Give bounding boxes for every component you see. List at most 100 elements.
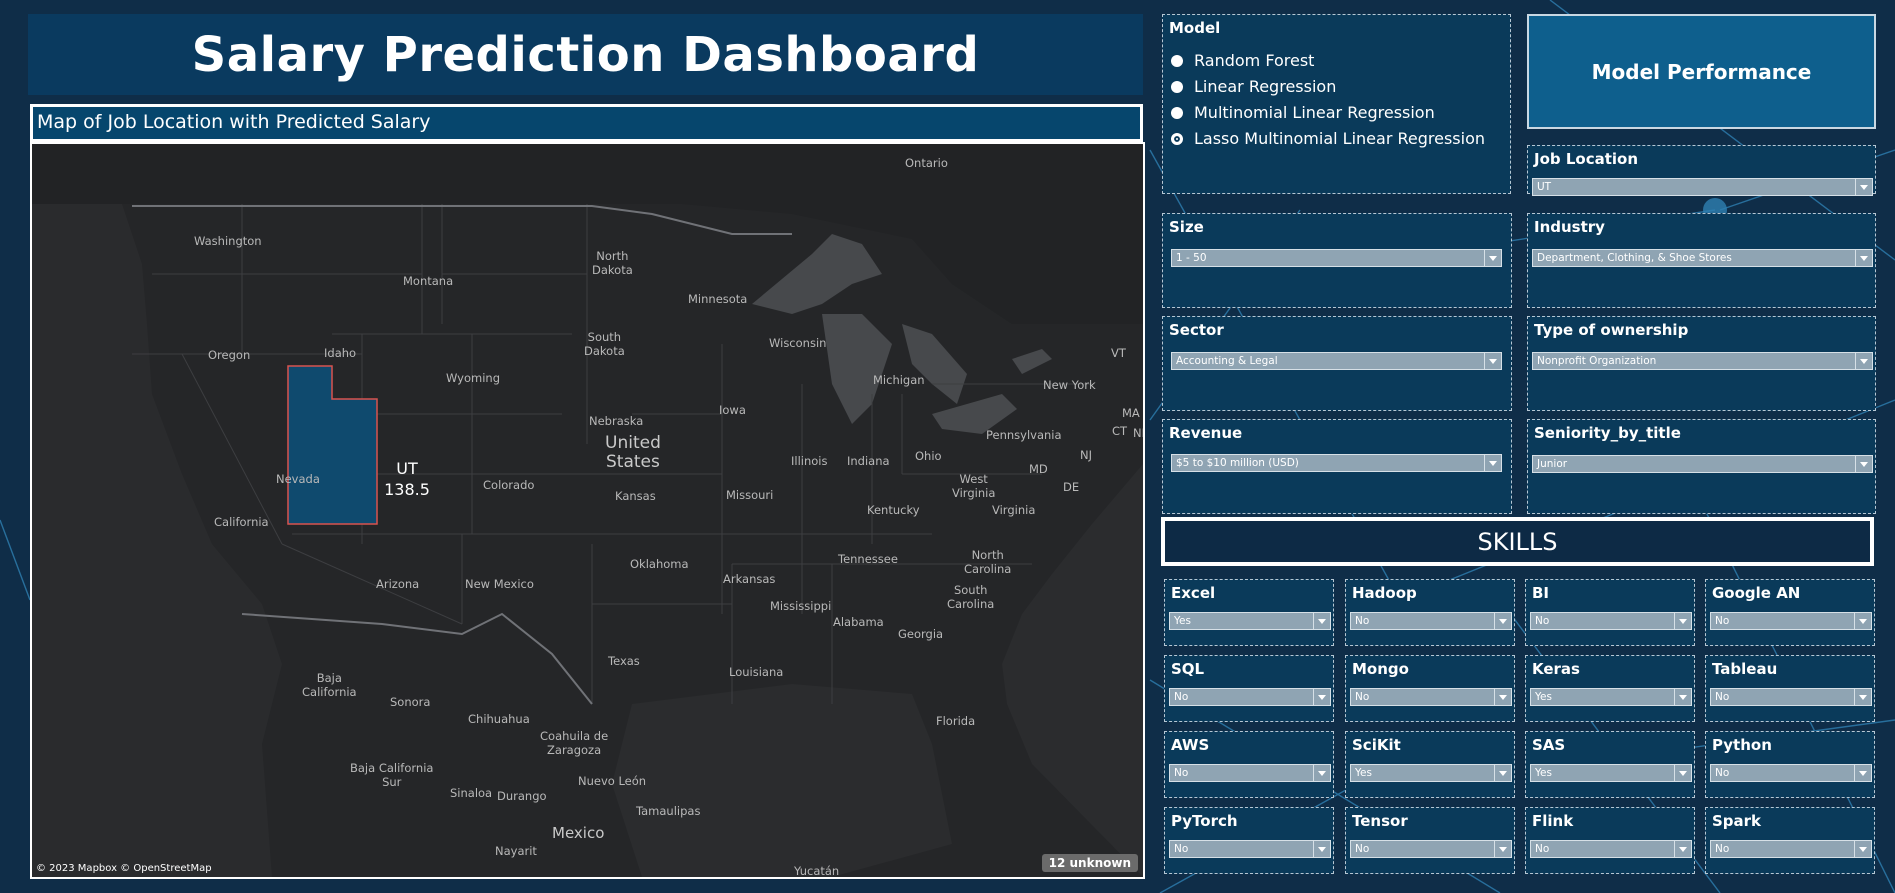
map-label-wisconsin: Wisconsin [769,336,827,350]
skill-dropdown[interactable]: No [1530,612,1692,630]
skill-dropdown[interactable]: Yes [1169,612,1331,630]
map-label-united-states: United States [605,433,661,472]
skill-label: Tensor [1352,812,1408,830]
chevron-down-icon[interactable] [1674,765,1691,781]
seniority-dropdown[interactable]: Junior [1532,455,1873,473]
chevron-down-icon[interactable] [1494,689,1511,705]
seniority-filter: Seniority_by_title Junior [1527,419,1876,514]
size-dropdown[interactable]: 1 - 50 [1171,249,1502,267]
map-label-nh: NH [1133,426,1143,440]
dropdown-value: No [1715,843,1730,855]
skill-label: Google AN [1712,584,1801,602]
chevron-down-icon[interactable] [1313,765,1330,781]
utah-predicted-salary: 138.5 [384,480,430,499]
dropdown-value: No [1715,767,1730,779]
map-label-colorado: Colorado [483,478,535,492]
skill-dropdown[interactable]: Yes [1530,764,1692,782]
skill-label: Flink [1532,812,1574,830]
map-label-mississippi: Mississippi [770,599,832,613]
chevron-down-icon[interactable] [1855,250,1872,266]
model-option-label: Lasso Multinomial Linear Regression [1194,129,1485,148]
chevron-down-icon[interactable] [1855,456,1872,472]
skill-label: SciKit [1352,736,1401,754]
chevron-down-icon[interactable] [1313,613,1330,629]
chevron-down-icon[interactable] [1855,179,1872,195]
chevron-down-icon[interactable] [1484,455,1501,471]
skill-dropdown[interactable]: No [1169,764,1331,782]
map-label-tennessee: Tennessee [838,552,898,566]
skill-dropdown[interactable]: No [1710,612,1872,630]
chevron-down-icon[interactable] [1674,689,1691,705]
model-option-lasso[interactable]: Lasso Multinomial Linear Regression [1171,129,1485,148]
map-label-vt: VT [1111,346,1126,360]
skill-label: Excel [1171,584,1216,602]
radio-button[interactable] [1171,80,1183,93]
unknown-badge[interactable]: 12 unknown [1041,854,1138,872]
utah-state-code: UT [396,459,418,478]
skill-dropdown[interactable]: No [1169,840,1331,858]
model-performance-button[interactable]: Model Performance [1527,14,1876,129]
model-option-linear-regression[interactable]: Linear Regression [1171,77,1336,96]
us-map[interactable]: Ontario Washington Montana North Dakota … [30,142,1145,879]
skills-title: SKILLS [1477,527,1558,556]
map-credit[interactable]: © 2023 Mapbox © OpenStreetMap [36,863,212,874]
chevron-down-icon[interactable] [1494,841,1511,857]
sector-dropdown[interactable]: Accounting & Legal [1171,352,1502,370]
filter-label: Size [1169,218,1204,236]
industry-dropdown[interactable]: Department, Clothing, & Shoe Stores [1532,249,1873,267]
skills-header: SKILLS [1161,517,1874,566]
skill-label: Spark [1712,812,1762,830]
map-label-new-mexico: New Mexico [465,577,534,591]
job-location-dropdown[interactable]: UT [1532,178,1873,196]
chevron-down-icon[interactable] [1313,841,1330,857]
chevron-down-icon[interactable] [1494,765,1511,781]
radio-button-selected[interactable] [1171,132,1183,145]
dropdown-value: 1 - 50 [1176,252,1207,264]
chevron-down-icon[interactable] [1854,613,1871,629]
revenue-dropdown[interactable]: $5 to $10 million (USD) [1171,454,1502,472]
chevron-down-icon[interactable] [1484,250,1501,266]
chevron-down-icon[interactable] [1855,353,1872,369]
chevron-down-icon[interactable] [1484,353,1501,369]
model-option-multinomial[interactable]: Multinomial Linear Regression [1171,103,1435,122]
skill-dropdown[interactable]: No [1350,840,1512,858]
model-option-random-forest[interactable]: Random Forest [1171,51,1314,70]
skill-dropdown[interactable]: No [1530,840,1692,858]
chevron-down-icon[interactable] [1674,613,1691,629]
size-filter: Size 1 - 50 [1162,213,1512,308]
dropdown-value: No [1535,843,1550,855]
map-label-north-carolina: North Carolina [964,548,1012,576]
skill-tableau: Tableau No [1705,655,1875,722]
map-label-louisiana: Louisiana [729,665,784,679]
map-label-arizona: Arizona [376,577,420,591]
map-label-tamaulipas: Tamaulipas [636,804,701,818]
skill-dropdown[interactable]: No [1710,688,1872,706]
skill-dropdown[interactable]: No [1710,840,1872,858]
chevron-down-icon[interactable] [1313,689,1330,705]
chevron-down-icon[interactable] [1494,613,1511,629]
ownership-dropdown[interactable]: Nonprofit Organization [1532,352,1873,370]
skill-dropdown[interactable]: No [1350,688,1512,706]
skill-dropdown[interactable]: Yes [1350,764,1512,782]
skill-dropdown[interactable]: Yes [1530,688,1692,706]
map-label-montana: Montana [403,274,454,288]
skill-dropdown[interactable]: No [1350,612,1512,630]
skill-scikit: SciKit Yes [1345,731,1515,798]
skill-dropdown[interactable]: No [1169,688,1331,706]
chevron-down-icon[interactable] [1854,689,1871,705]
chevron-down-icon[interactable] [1674,841,1691,857]
model-panel-title: Model [1169,19,1221,37]
radio-button[interactable] [1171,54,1183,67]
filter-label: Revenue [1169,424,1243,442]
dropdown-value: No [1174,843,1189,855]
chevron-down-icon[interactable] [1854,841,1871,857]
map-label-minnesota: Minnesota [688,292,748,306]
skill-dropdown[interactable]: No [1710,764,1872,782]
filter-label: Seniority_by_title [1534,424,1681,442]
chevron-down-icon[interactable] [1854,765,1871,781]
radio-button[interactable] [1171,106,1183,119]
map-label-new-york: New York [1043,378,1096,392]
utah-highlight-label[interactable]: UT 138.5 [357,458,457,500]
map-label-west-virginia: West Virginia [952,472,996,500]
map-label-michigan: Michigan [873,373,925,387]
